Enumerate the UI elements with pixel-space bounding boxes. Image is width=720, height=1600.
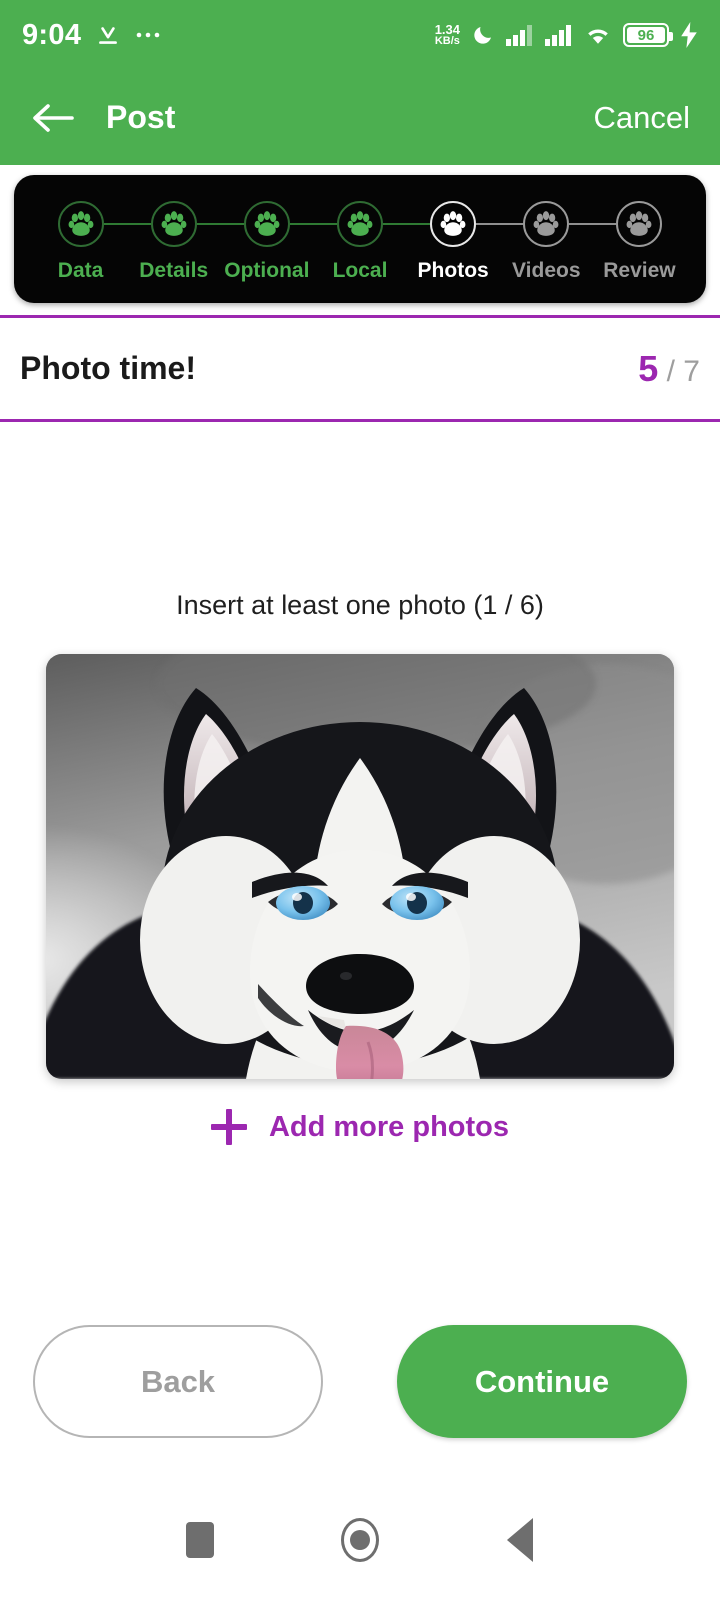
stepper-step-videos[interactable]: Videos [500, 201, 593, 283]
circle-icon[interactable] [325, 1505, 395, 1575]
app-bar: Post Cancel [0, 70, 720, 165]
signal-bars-icon [545, 24, 573, 46]
stepper-step-label: Videos [512, 259, 581, 282]
paw-icon [57, 201, 104, 247]
stepper-connector [476, 223, 524, 225]
network-speed-unit: KB/s [434, 35, 460, 47]
stepper-connector [103, 223, 151, 225]
add-more-photos-label: Add more photos [268, 1110, 510, 1143]
stepper-step-label: Details [139, 259, 209, 282]
stepper-step-label: Local [332, 259, 388, 282]
stepper-connector [569, 223, 617, 225]
cancel-button[interactable]: Cancel [594, 100, 691, 136]
page-title: Post [106, 99, 176, 135]
main-content: Insert at least one photo (1 / 6) Add mo… [0, 422, 720, 1145]
section-title: Photo time! [20, 350, 196, 386]
stepper-step-local[interactable]: Local [313, 201, 406, 283]
step-counter: 5 / 7 [638, 348, 700, 390]
phone-screen: 9:04 1.34 KB/s 96 Post Cancel Data Detai… [0, 0, 720, 1600]
paw-icon [430, 201, 477, 247]
stepper-step-review[interactable]: Review [593, 201, 686, 283]
status-bar-left: 9:04 [22, 19, 161, 52]
husky-dog-photo [46, 654, 674, 1079]
stepper-step-label: Photos [417, 259, 489, 282]
stepper-connector [289, 223, 337, 225]
lightning-bolt-icon [680, 22, 698, 48]
status-bar-right: 1.34 KB/s 96 [435, 22, 698, 48]
section-header: Photo time! 5 / 7 [0, 315, 720, 422]
add-more-photos-button[interactable]: Add more photos [210, 1109, 510, 1145]
paw-icon [150, 201, 197, 247]
battery-indicator: 96 [623, 23, 673, 47]
network-speed-indicator: 1.34 KB/s [435, 23, 460, 47]
triangle-left-icon[interactable] [485, 1505, 555, 1575]
arrow-left-icon[interactable] [30, 95, 76, 141]
photo-hint-text: Insert at least one photo (1 / 6) [176, 590, 544, 620]
download-underline-icon [95, 22, 121, 48]
more-horizontal-icon [135, 30, 161, 40]
signal-bars-icon [506, 24, 534, 46]
stepper-card: Data Details Optional Local Photos Videos Revi… [14, 175, 706, 303]
status-bar: 9:04 1.34 KB/s 96 [0, 0, 720, 70]
paw-icon [523, 201, 570, 247]
stepper-container: Data Details Optional Local Photos Videos Revi… [0, 165, 720, 315]
paw-icon [336, 201, 383, 247]
wifi-icon [584, 24, 612, 46]
step-counter-current: 5 [638, 347, 659, 389]
back-button[interactable]: Back [33, 1325, 323, 1438]
stepper-connector [383, 223, 431, 225]
stepper-step-details[interactable]: Details [127, 201, 220, 283]
stepper-step-data[interactable]: Data [34, 201, 127, 283]
stepper-connector [196, 223, 244, 225]
stepper-step-photos[interactable]: Photos [407, 201, 500, 283]
footer-buttons: Back Continue [0, 1325, 720, 1438]
photo-thumbnail[interactable] [46, 654, 674, 1079]
status-bar-clock: 9:04 [22, 18, 82, 51]
plus-icon [210, 1109, 247, 1145]
stepper-steps: Data Details Optional Local Photos Videos Revi… [34, 201, 686, 283]
stepper-step-optional[interactable]: Optional [220, 201, 313, 283]
stepper-step-label: Review [603, 259, 676, 282]
stepper-step-label: Optional [224, 259, 310, 282]
android-nav-bar [0, 1480, 720, 1600]
battery-percent: 96 [637, 26, 655, 44]
paw-icon [616, 201, 663, 247]
paw-icon [243, 201, 290, 247]
square-icon[interactable] [165, 1505, 235, 1575]
continue-button[interactable]: Continue [397, 1325, 687, 1438]
step-counter-total: / 7 [666, 354, 700, 388]
moon-icon [471, 23, 495, 47]
stepper-step-label: Data [57, 259, 104, 282]
